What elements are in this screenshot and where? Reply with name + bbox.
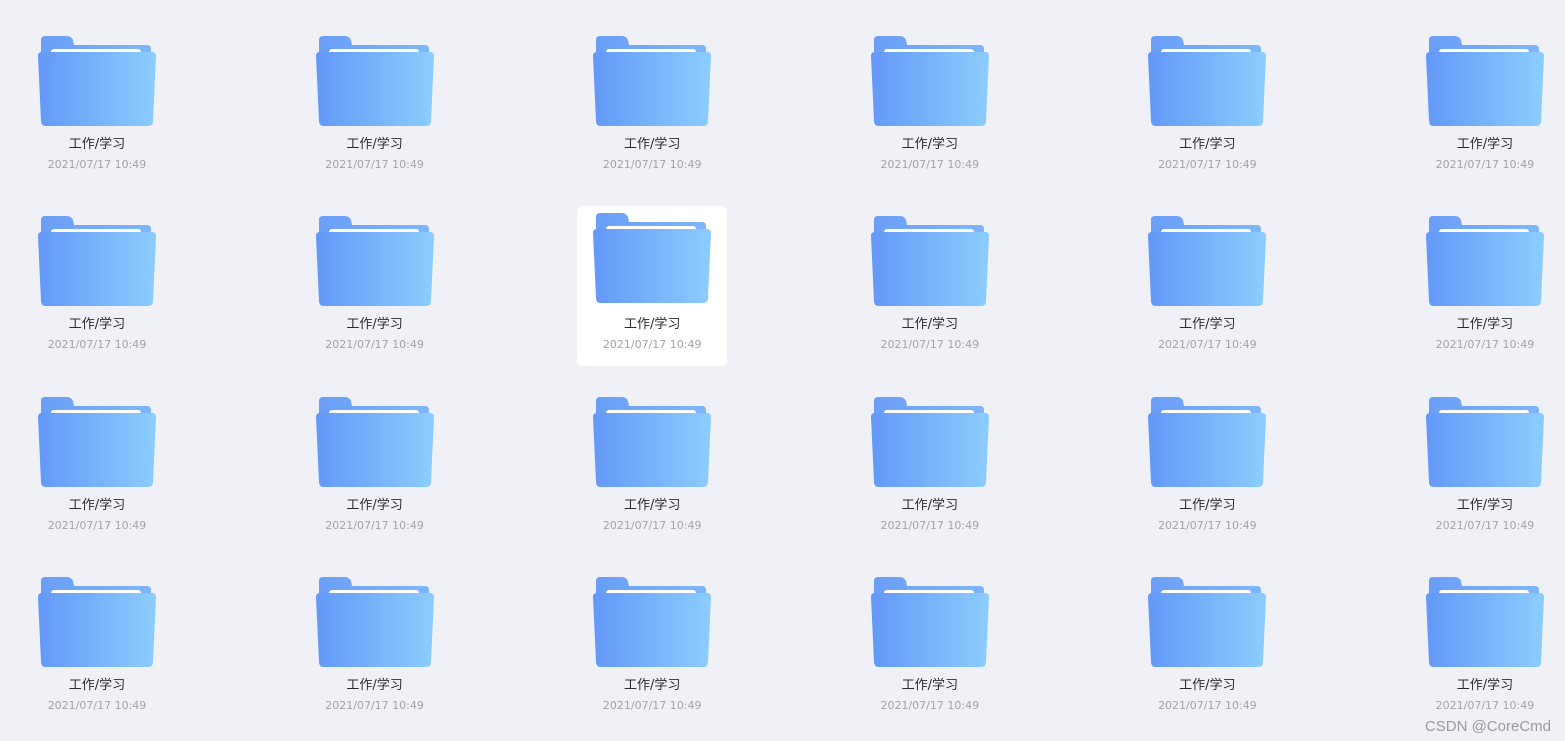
folder-icon — [1425, 576, 1545, 668]
folder-icon — [870, 396, 990, 488]
folder-icon — [37, 35, 157, 127]
folder-date: 2021/07/17 10:49 — [1435, 698, 1535, 712]
folder-icon — [315, 576, 435, 668]
folder-icon — [592, 35, 712, 127]
folder-name: 工作/学习 — [1456, 317, 1514, 333]
folder-name: 工作/学习 — [1179, 497, 1236, 513]
folder-item[interactable]: 工作/学习 2021/07/17 10:49 — [855, 206, 1005, 366]
folder-name: 工作/学习 — [346, 677, 403, 693]
folder-icon — [1147, 396, 1267, 488]
folder-date: 2021/07/17 10:49 — [47, 338, 147, 352]
folder-icon — [592, 396, 712, 488]
folder-icon — [1425, 396, 1545, 488]
folder-icon — [592, 212, 712, 304]
folder-date: 2021/07/17 10:49 — [602, 338, 702, 352]
folder-date: 2021/07/17 10:49 — [47, 698, 147, 712]
folder-icon — [315, 215, 435, 307]
folder-icon — [1147, 576, 1267, 668]
folder-date: 2021/07/17 10:49 — [880, 518, 980, 532]
folder-date: 2021/07/17 10:49 — [1435, 518, 1535, 532]
folder-item[interactable]: 工作/学习 2021/07/17 10:49 — [1410, 387, 1560, 547]
folder-name: 工作/学习 — [623, 677, 681, 693]
folder-name: 工作/学习 — [901, 497, 958, 513]
folder-date: 2021/07/17 10:49 — [880, 698, 980, 712]
watermark: CSDN @CoreCmd — [1424, 718, 1551, 735]
folder-icon — [37, 576, 157, 668]
folder-item[interactable]: 工作/学习 2021/07/17 10:49 — [1132, 206, 1282, 366]
folder-date: 2021/07/17 10:49 — [1158, 518, 1257, 532]
folder-item[interactable]: 工作/学习 2021/07/17 10:49 — [1132, 567, 1282, 727]
folder-item[interactable]: 工作/学习 2021/07/17 10:49 — [577, 206, 728, 367]
folder-date: 2021/07/17 10:49 — [1158, 698, 1257, 712]
folder-name: 工作/学习 — [68, 677, 126, 693]
folder-name: 工作/学习 — [346, 317, 403, 333]
folder-date: 2021/07/17 10:49 — [602, 518, 702, 532]
folder-name: 工作/学习 — [68, 497, 126, 513]
folder-item[interactable]: 工作/学习 2021/07/17 10:49 — [855, 26, 1005, 186]
folder-name: 工作/学习 — [623, 137, 681, 152]
folder-item[interactable]: 工作/学习 2021/07/17 10:49 — [1132, 26, 1282, 186]
folder-date: 2021/07/17 10:49 — [880, 338, 980, 352]
folder-item[interactable]: 工作/学习 2021/07/17 10:49 — [1410, 567, 1560, 727]
folder-name: 工作/学习 — [68, 317, 126, 333]
folder-date: 2021/07/17 10:49 — [325, 338, 424, 352]
folder-item[interactable]: 工作/学习 2021/07/17 10:49 — [577, 567, 727, 727]
folder-icon — [37, 215, 157, 307]
folder-date: 2021/07/17 10:49 — [325, 698, 424, 712]
folder-name: 工作/学习 — [1456, 497, 1514, 513]
folder-icon — [592, 576, 712, 668]
folder-item[interactable]: 工作/学习 2021/07/17 10:49 — [300, 26, 450, 186]
folder-item[interactable]: 工作/学习 2021/07/17 10:49 — [855, 567, 1005, 727]
folder-item[interactable]: 工作/学习 2021/07/17 10:49 — [300, 206, 450, 366]
folder-date: 2021/07/17 10:49 — [1158, 338, 1257, 352]
folder-icon — [315, 396, 435, 488]
folder-item[interactable]: 工作/学习 2021/07/17 10:49 — [1410, 26, 1560, 186]
folder-item[interactable]: 工作/学习 2021/07/17 10:49 — [300, 567, 450, 727]
folder-date: 2021/07/17 10:49 — [602, 158, 702, 171]
folder-item[interactable]: 工作/学习 2021/07/17 10:49 — [22, 387, 172, 547]
folder-item[interactable]: 工作/学习 2021/07/17 10:49 — [1132, 387, 1282, 547]
folder-icon — [1147, 215, 1267, 307]
folder-date: 2021/07/17 10:49 — [47, 158, 147, 171]
folder-icon — [870, 215, 990, 307]
folder-item[interactable]: 工作/学习 2021/07/17 10:49 — [855, 387, 1005, 547]
folder-name: 工作/学习 — [68, 137, 126, 152]
folder-name: 工作/学习 — [901, 317, 958, 333]
folder-name: 工作/学习 — [1456, 137, 1514, 152]
folder-date: 2021/07/17 10:49 — [602, 698, 702, 712]
folder-icon — [315, 35, 435, 127]
folder-icon — [1425, 35, 1545, 127]
folder-date: 2021/07/17 10:49 — [1435, 158, 1535, 171]
folder-icon — [1425, 215, 1545, 307]
folder-item[interactable]: 工作/学习 2021/07/17 10:49 — [577, 387, 727, 547]
folder-icon — [1147, 35, 1267, 127]
folder-name: 工作/学习 — [1179, 137, 1236, 152]
folder-name: 工作/学习 — [623, 317, 681, 333]
folder-name: 工作/学习 — [346, 137, 403, 152]
folder-name: 工作/学习 — [1179, 677, 1236, 693]
folder-icon — [37, 396, 157, 488]
folder-name: 工作/学习 — [1456, 677, 1514, 693]
folder-name: 工作/学习 — [623, 497, 681, 513]
folder-date: 2021/07/17 10:49 — [325, 518, 424, 532]
folder-date: 2021/07/17 10:49 — [880, 158, 980, 171]
folder-item[interactable]: 工作/学习 2021/07/17 10:49 — [22, 206, 172, 366]
folder-date: 2021/07/17 10:49 — [1435, 338, 1535, 352]
folder-item[interactable]: 工作/学习 2021/07/17 10:49 — [22, 567, 172, 727]
folder-item[interactable]: 工作/学习 2021/07/17 10:49 — [22, 26, 172, 186]
folder-item[interactable]: 工作/学习 2021/07/17 10:49 — [577, 26, 727, 186]
folder-icon — [870, 35, 990, 127]
folder-name: 工作/学习 — [1179, 317, 1236, 333]
folder-grid: 工作/学习 2021/07/17 10:49 工作/学习 2021/07/17 … — [22, 26, 1560, 727]
folder-date: 2021/07/17 10:49 — [325, 158, 424, 171]
folder-item[interactable]: 工作/学习 2021/07/17 10:49 — [1410, 206, 1560, 366]
folder-name: 工作/学习 — [901, 137, 958, 152]
folder-date: 2021/07/17 10:49 — [1158, 158, 1257, 171]
folder-name: 工作/学习 — [901, 677, 958, 693]
folder-item[interactable]: 工作/学习 2021/07/17 10:49 — [300, 387, 450, 547]
file-browser: 工作/学习 2021/07/17 10:49 工作/学习 2021/07/17 … — [0, 0, 1565, 741]
folder-icon — [870, 576, 990, 668]
folder-name: 工作/学习 — [346, 497, 403, 513]
folder-date: 2021/07/17 10:49 — [47, 518, 147, 532]
